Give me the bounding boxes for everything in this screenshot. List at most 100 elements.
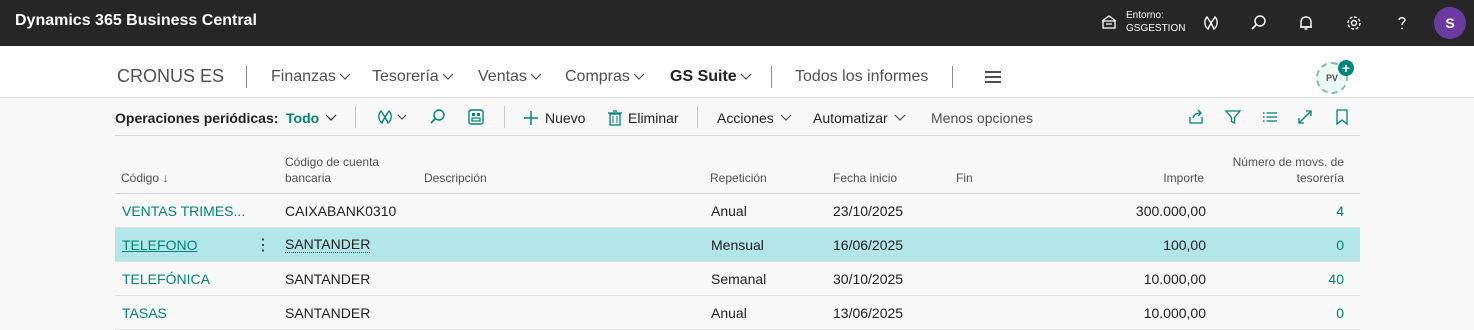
view-filter-dropdown[interactable]: Todo [286,110,337,126]
bank-account-cell: CAIXABANK0310 [285,203,397,219]
delete-button-label: Eliminar [628,110,679,126]
role-center-nav: CRONUS ES Finanzas Tesorería Ventas Comp… [0,46,1474,98]
expand-icon[interactable] [1296,108,1314,126]
new-button[interactable]: Nuevo [523,110,585,126]
column-header-line: Número de movs. de [1232,155,1344,169]
list-view-icon[interactable] [1261,108,1279,126]
environment-icon [1101,15,1117,29]
environment-name: GSGESTION [1126,23,1186,34]
amount-cell: 300.000,00 [1135,203,1206,219]
repetition-cell: Semanal [711,271,767,287]
chevron-down-icon [442,73,454,80]
environment-label: Entorno: [1126,10,1164,21]
movements-count-cell[interactable]: 0 [1336,305,1344,321]
environment-indicator[interactable]: Entorno: GSGESTION [1100,9,1185,35]
column-header-line: bancaria [285,171,332,185]
start-date-cell: 13/06/2025 [833,305,904,321]
chevron-down-icon [633,73,645,80]
chevron-down-icon [780,114,792,121]
chevron-down-icon [339,73,351,80]
search-icon[interactable] [429,108,447,126]
suite-bar: Dynamics 365 Business Central Entorno: G… [0,0,1474,46]
nav-menu-finanzas[interactable]: Finanzas [271,68,351,86]
table-row[interactable]: TASAS SANTANDER Anual 13/06/2025 10.000,… [115,296,1360,330]
plus-icon[interactable]: + [1338,60,1354,76]
all-reports-label: Todos los informes [795,68,929,85]
trash-icon [608,110,622,126]
action-divider [355,106,356,128]
delete-button[interactable]: Eliminar [608,110,679,126]
code-cell[interactable]: VENTAS TRIMES... [122,203,245,219]
start-date-cell: 30/10/2025 [833,271,904,287]
nav-menu-label: Finanzas [271,68,336,85]
movements-count-cell[interactable]: 4 [1336,203,1344,219]
app-title[interactable]: Dynamics 365 Business Central [15,12,257,30]
chevron-down-icon [530,73,542,80]
hamburger-menu-icon[interactable] [985,71,1001,83]
repetition-cell: Anual [711,203,747,219]
code-cell[interactable]: TELEFÓNICA [122,271,210,287]
movements-count-cell[interactable]: 0 [1336,237,1344,253]
view-filter-label: Todo [286,110,320,126]
code-cell[interactable]: TELEFONO [122,237,197,253]
repetition-cell: Mensual [711,237,764,253]
automate-menu[interactable]: Automatizar [813,110,906,126]
fewer-options-button[interactable]: Menos opciones [931,110,1033,126]
bell-icon[interactable] [1295,12,1317,34]
table-row[interactable]: VENTAS TRIMES... CAIXABANK0310 Anual 23/… [115,194,1360,228]
column-header-line: tesorería [1296,171,1344,185]
avatar[interactable]: S [1434,7,1466,39]
action-divider [697,106,698,128]
row-menu-icon[interactable]: ⋮ [255,235,271,255]
chevron-down-icon [894,114,906,121]
filter-icon[interactable] [1224,108,1242,126]
bank-account-cell: SANTANDER [285,305,371,321]
nav-menu-label: GS Suite [670,68,737,85]
gear-icon[interactable] [1343,12,1365,34]
chevron-down-icon [740,73,752,80]
nav-menu-gs-suite[interactable]: GS Suite [670,68,752,86]
amount-cell: 10.000,00 [1143,305,1206,321]
all-reports-link[interactable]: Todos los informes [795,68,928,86]
nav-menu-tesoreria[interactable]: Tesorería [372,68,454,86]
column-header-end[interactable]: Fin [956,170,973,186]
table-row[interactable]: TELEFONO ⋮ SANTANDER Mensual 16/06/2025 … [115,228,1360,262]
nav-menu-label: Compras [565,68,630,85]
nav-menu-label: Ventas [478,68,527,85]
bank-account-cell: SANTANDER [285,271,371,287]
column-header-description[interactable]: Descripción [424,170,487,186]
search-icon[interactable] [1248,12,1270,34]
actions-menu[interactable]: Acciones [717,110,792,126]
table-row[interactable]: TELEFÓNICA SANTANDER Semanal 30/10/2025 … [115,262,1360,296]
action-divider [504,106,505,128]
column-header-movements[interactable]: Número de movs. de tesorería [1233,154,1344,186]
column-header-amount[interactable]: Importe [1163,170,1204,186]
nav-menu-ventas[interactable]: Ventas [478,68,542,86]
action-bar: Operaciones periódicas: Todo Nuevo Elimi… [115,98,1360,136]
share-icon[interactable] [1187,108,1205,126]
nav-divider [952,66,953,88]
bookmark-icon[interactable] [1333,108,1351,126]
automate-menu-label: Automatizar [813,110,888,126]
repetition-cell: Anual [711,305,747,321]
actions-menu-label: Acciones [717,110,774,126]
nav-divider [246,66,247,88]
amount-cell: 10.000,00 [1143,271,1206,287]
help-icon[interactable] [1391,12,1413,34]
company-name[interactable]: CRONUS ES [117,66,224,87]
copilot-icon[interactable] [1200,12,1222,34]
chevron-down-icon [325,114,337,121]
code-cell[interactable]: TASAS [122,305,167,321]
column-header-repetition[interactable]: Repetición [710,170,767,186]
column-header-bank-account[interactable]: Código de cuenta bancaria [285,154,379,186]
column-header-start-date[interactable]: Fecha inicio [833,170,897,186]
nav-menu-compras[interactable]: Compras [565,68,645,86]
column-header-code[interactable]: Código ↓ [121,170,168,186]
edit-list-icon[interactable] [467,108,485,126]
movements-count-cell[interactable]: 40 [1328,271,1344,287]
table-header: Código ↓ Código de cuenta bancaria Descr… [115,136,1360,194]
copilot-menu-icon[interactable] [377,108,411,126]
nav-divider [771,66,772,88]
new-button-label: Nuevo [545,110,586,126]
bank-account-cell[interactable]: SANTANDER [285,237,371,253]
